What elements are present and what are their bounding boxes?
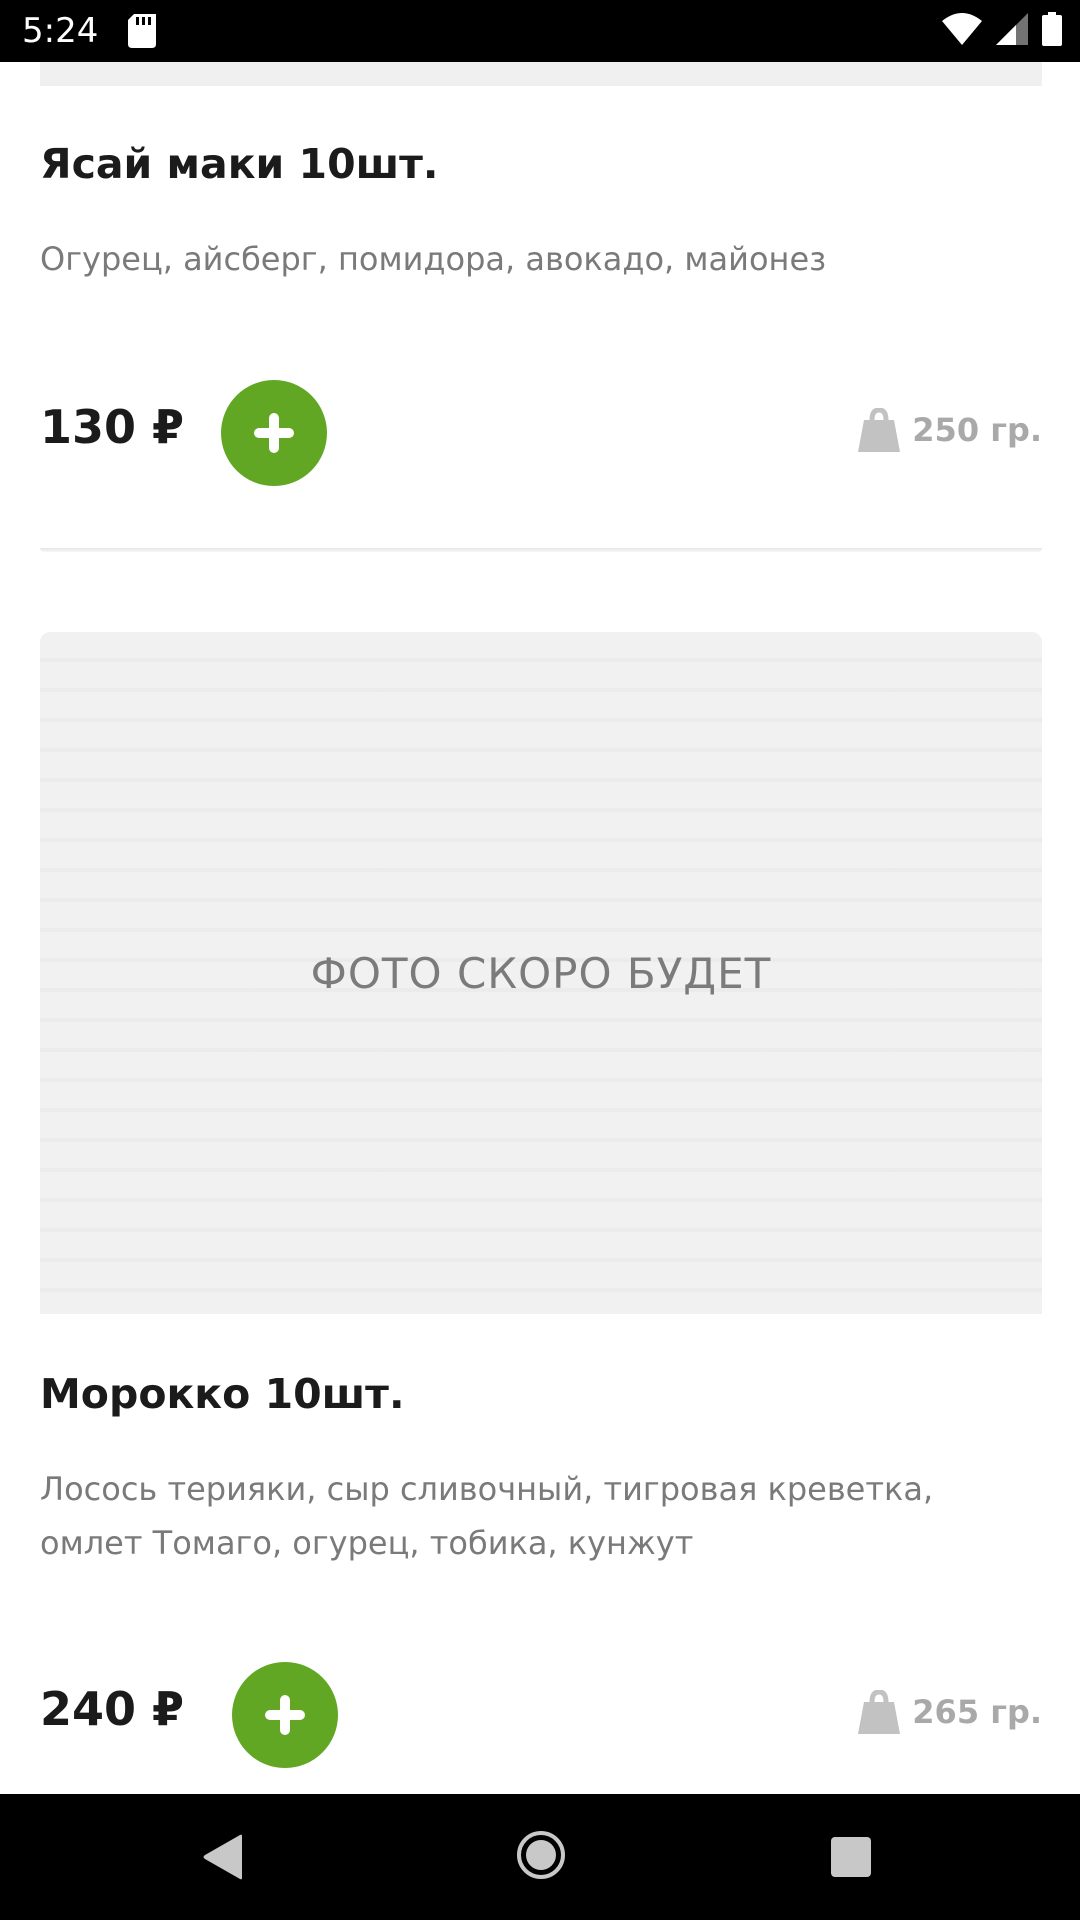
recents-icon[interactable] [830, 1836, 872, 1882]
wifi-icon [942, 13, 982, 49]
add-to-cart-button[interactable] [232, 1662, 338, 1768]
status-icons [942, 12, 1062, 50]
product-title: Морокко 10шт. [40, 1370, 405, 1418]
menu-list[interactable]: Ясай маки 10шт. Огурец, айсберг, помидор… [0, 62, 1080, 1794]
status-time: 5:24 [22, 11, 99, 51]
product-description: Огурец, айсберг, помидора, авокадо, майо… [40, 240, 827, 278]
weight-label: 250 гр. [912, 411, 1042, 449]
weight-icon [858, 1690, 901, 1734]
plus-icon [265, 1695, 305, 1735]
product-title: Ясай маки 10шт. [40, 140, 439, 188]
back-icon[interactable] [202, 1834, 244, 1884]
add-to-cart-button[interactable] [221, 380, 327, 486]
product-card: Ясай маки 10шт. Огурец, айсберг, помидор… [40, 62, 1042, 552]
product-description: Лосось терияки, сыр сливочный, тигровая … [40, 1470, 934, 1562]
signal-icon [996, 13, 1028, 49]
battery-icon [1042, 12, 1062, 50]
product-card: ФОТО СКОРО БУДЕТ Морокко 10шт. Лосось те… [40, 632, 1042, 1794]
photo-placeholder-text: ФОТО СКОРО БУДЕТ [310, 948, 772, 998]
product-price: 240 ₽ [40, 1682, 185, 1736]
system-nav-bar [0, 1794, 1080, 1920]
sd-card-icon [128, 14, 156, 52]
weight-icon [858, 408, 901, 452]
product-weight: 265 гр. [858, 1690, 1042, 1734]
product-photo [40, 62, 1042, 86]
status-bar: 5:24 [0, 0, 1080, 62]
product-photo-placeholder: ФОТО СКОРО БУДЕТ [40, 632, 1042, 1314]
product-weight: 250 гр. [858, 408, 1042, 452]
weight-label: 265 гр. [912, 1693, 1042, 1731]
home-icon[interactable] [516, 1830, 566, 1884]
plus-icon [254, 413, 294, 453]
card-divider [40, 548, 1042, 552]
product-price: 130 ₽ [40, 400, 185, 454]
